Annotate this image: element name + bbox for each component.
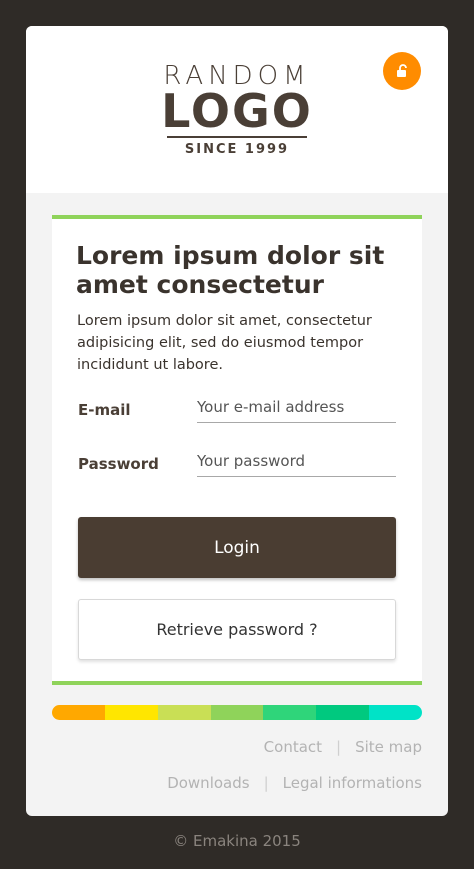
color-bar-segment — [104, 705, 158, 720]
email-field[interactable] — [197, 392, 396, 423]
site-map-link[interactable]: Site map — [355, 738, 422, 756]
color-bar-segment — [316, 705, 370, 720]
footer-links-row2: Downloads | Legal informations — [167, 774, 422, 792]
retrieve-password-button[interactable]: Retrieve password ? — [78, 599, 396, 660]
legal-informations-link[interactable]: Legal informations — [283, 774, 422, 792]
card-header: RANDOM LOGO SINCE 1999 — [26, 26, 448, 193]
login-button[interactable]: Login — [78, 517, 396, 578]
login-panel: Lorem ipsum dolor sit amet consectetur L… — [52, 215, 422, 685]
login-card: RANDOM LOGO SINCE 1999 Lorem ipsum dolor… — [26, 26, 448, 816]
logo-line2: LOGO — [161, 84, 313, 138]
color-bar-segment — [210, 705, 264, 720]
unlock-icon — [397, 64, 407, 77]
link-separator: | — [263, 774, 269, 792]
color-bar-segment — [369, 705, 422, 720]
color-bar-segment — [157, 705, 211, 720]
intro-text: Lorem ipsum dolor sit amet, consectetur … — [77, 313, 372, 373]
password-field[interactable] — [197, 446, 396, 477]
page-title: Lorem ipsum dolor sit amet consectetur — [76, 241, 385, 299]
contact-link[interactable]: Contact — [264, 738, 322, 756]
footer-links-row1: Contact | Site map — [264, 738, 422, 756]
color-bar-segment — [263, 705, 317, 720]
downloads-link[interactable]: Downloads — [167, 774, 249, 792]
copyright: © Emakina 2015 — [173, 832, 301, 850]
logo-tagline: SINCE 1999 — [184, 142, 290, 157]
password-label: Password — [78, 455, 159, 473]
link-separator: | — [336, 738, 342, 756]
email-label: E-mail — [78, 401, 131, 419]
color-bar-segment — [52, 705, 105, 720]
unlock-button[interactable] — [383, 52, 421, 90]
color-bar — [52, 705, 422, 720]
